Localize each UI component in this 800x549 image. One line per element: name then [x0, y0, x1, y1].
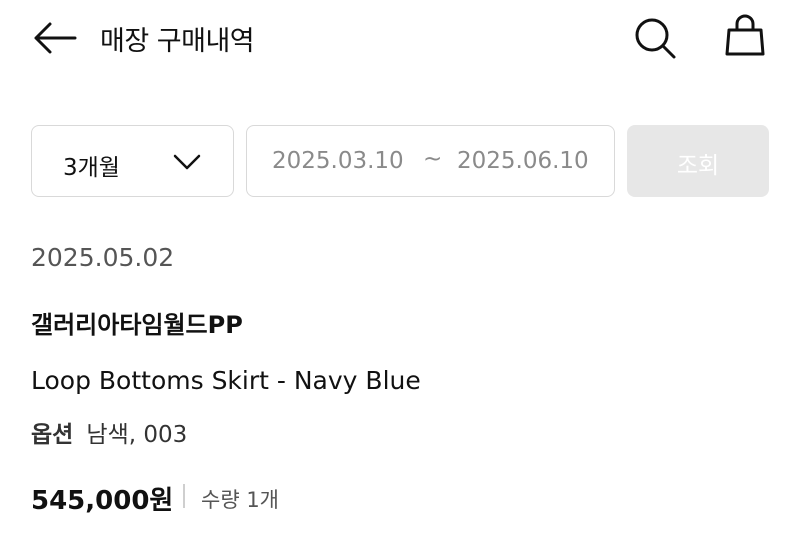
page-title: 매장 구매내역	[100, 26, 255, 57]
shopping-bag-icon	[725, 14, 765, 56]
header: 매장 구매내역	[0, 0, 800, 78]
divider	[183, 484, 185, 508]
price: 545,000원	[31, 486, 174, 516]
period-dropdown[interactable]: 3개월	[31, 125, 234, 197]
date-start: 2025.03.10	[272, 148, 404, 174]
back-button[interactable]	[28, 18, 84, 58]
search-button[interactable]	[630, 13, 680, 63]
arrow-left-icon	[34, 22, 77, 54]
shopping-bag-button[interactable]	[720, 11, 770, 61]
store-name: 갤러리아타임월드PP	[31, 311, 243, 339]
option-row: 옵션 남색, 003	[31, 415, 187, 449]
date-end: 2025.06.10	[457, 148, 589, 174]
option-label: 옵션	[31, 422, 74, 448]
search-icon	[635, 18, 676, 59]
search-submit-button[interactable]: 조회	[627, 125, 769, 197]
date-range-field[interactable]: 2025.03.10 ~ 2025.06.10	[246, 125, 615, 197]
date-separator: ~	[423, 146, 443, 172]
period-value: 3개월	[63, 155, 120, 181]
option-value: 남색, 003	[86, 422, 188, 448]
order-date: 2025.05.02	[31, 243, 175, 272]
quantity: 수량 1개	[201, 488, 279, 512]
date-filter: 3개월 2025.03.10 ~ 2025.06.10 조회	[0, 125, 800, 197]
product-name: Loop Bottoms Skirt - Navy Blue	[31, 366, 421, 395]
chevron-down-icon	[173, 154, 201, 170]
search-submit-label: 조회	[676, 153, 720, 179]
